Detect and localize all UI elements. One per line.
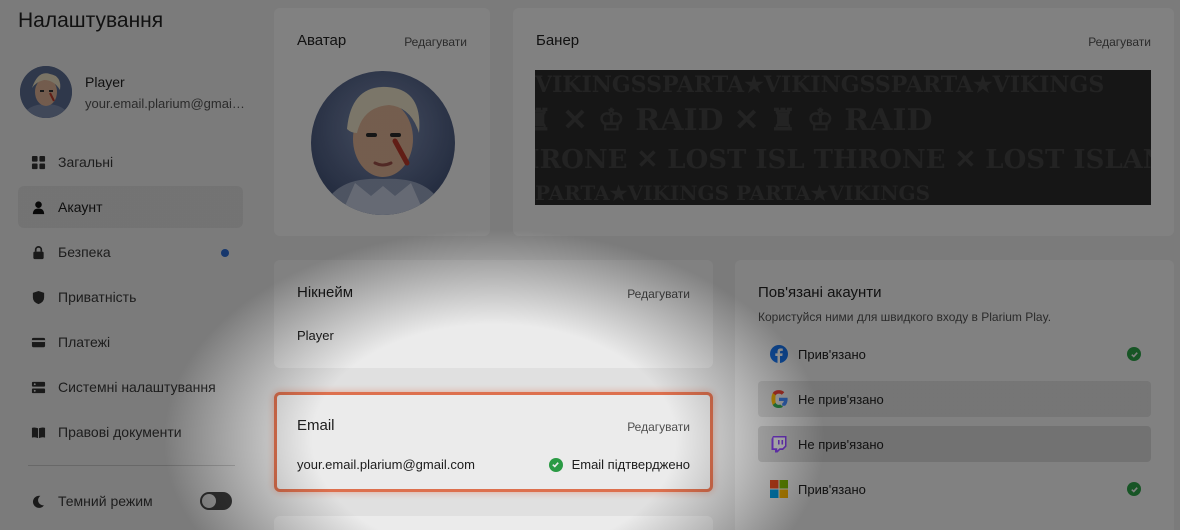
avatar-image [311,71,455,215]
linked-accounts-subtitle: Користуйся ними для швидкого входу в Pla… [758,310,1052,324]
sidebar-item-label: Правові документи [58,424,182,440]
sidebar: Налаштування Player your.email.plarium@g… [0,0,255,530]
linked-account-status: Прив'язано [798,481,866,497]
sidebar-item-label: Акаунт [58,199,103,215]
sidebar-item-label: Загальні [58,154,114,170]
linked-account-microsoft[interactable]: Прив'язано [758,471,1151,507]
linked-accounts-card: Пов'язані акаунти Користуйся ними для шв… [735,260,1174,530]
nickname-card-title: Нікнейм [297,284,354,301]
email-edit-button[interactable]: Редагувати [627,420,690,434]
linked-account-status: Не прив'язано [798,391,884,407]
avatar [20,66,72,118]
google-icon [770,390,788,408]
sidebar-item-label: Приватність [58,289,137,305]
book-icon [30,424,46,440]
sidebar-item-general[interactable]: Загальні [18,141,243,183]
moon-icon [30,493,46,509]
lock-icon [30,244,46,260]
linked-account-status: Не прив'язано [798,436,884,452]
microsoft-icon [770,480,788,498]
page-title: Налаштування [18,9,164,32]
sidebar-item-security[interactable]: Безпека [18,231,243,273]
linked-accounts-title: Пов'язані акаунти [758,284,882,301]
email-verified-status: Email підтверджено [548,457,690,472]
profile-email: your.email.plarium@gmail.com [85,96,245,111]
email-verified-label: Email підтверджено [571,457,690,472]
dark-mode-row: Темний режим [30,488,234,514]
facebook-icon [770,345,788,363]
banner-image: VIKINGSSPARTA★VIKINGSSPARTA★VIKINGS ♜ ✕ … [535,70,1151,205]
sidebar-item-label: Платежі [58,334,111,350]
nickname-card: Нікнейм Редагувати Player [274,260,713,368]
dark-mode-label: Темний режим [58,493,153,509]
linked-account-twitch[interactable]: Не прив'язано [758,426,1151,462]
check-icon [1127,482,1141,496]
server-icon [30,379,46,395]
avatar-card-title: Аватар [297,32,347,49]
linked-account-facebook[interactable]: Прив'язано [758,336,1151,372]
card-icon [30,334,46,350]
notification-badge [221,249,229,257]
linked-account-status: Прив'язано [798,346,866,362]
sidebar-item-legal-documents[interactable]: Правові документи [18,411,243,453]
banner-card: Банер Редагувати VIKINGSSPARTA★VIKINGSSP… [513,8,1174,236]
email-card-title: Email [297,417,335,434]
profile-name: Player [85,74,125,90]
avatar-edit-button[interactable]: Редагувати [404,35,467,49]
shield-icon [30,289,46,305]
next-card [274,516,713,530]
email-card: Email Редагувати your.email.plarium@gmai… [274,392,713,492]
dark-mode-toggle[interactable] [200,492,232,510]
profile-summary: Player your.email.plarium@gmail.com [20,66,250,122]
banner-card-title: Банер [536,32,580,49]
settings-nav: Загальні Акаунт Безпека Приватність Плат… [18,141,243,456]
divider [28,465,235,466]
check-icon [1127,347,1141,361]
sidebar-item-account[interactable]: Акаунт [18,186,243,228]
nickname-edit-button[interactable]: Редагувати [627,287,690,301]
linked-accounts-list: Прив'язано Не прив'язано Не прив'язано П… [758,336,1151,516]
grid-icon [30,154,46,170]
check-icon [548,457,563,472]
sidebar-item-payments[interactable]: Платежі [18,321,243,363]
linked-account-google[interactable]: Не прив'язано [758,381,1151,417]
svg-text:HRONE ✕ LOST ISL THRONE ✕ LOST: HRONE ✕ LOST ISL THRONE ✕ LOST ISLAND [535,145,1151,175]
twitch-icon [770,435,788,453]
email-value: your.email.plarium@gmail.com [297,457,475,472]
svg-text:♜ ✕ ♔ RAID ✕ ♜ ♔ RAID: ♜ ✕ ♔ RAID ✕ ♜ ♔ RAID [535,103,932,138]
sidebar-item-label: Системні налаштування [58,379,216,395]
svg-text:VIKINGSSPARTA★VIKINGSSPARTA★VI: VIKINGSSPARTA★VIKINGSSPARTA★VIKINGS [535,72,1104,98]
nickname-value: Player [297,328,334,343]
avatar-card: Аватар Редагувати [274,8,490,236]
sidebar-item-system-settings[interactable]: Системні налаштування [18,366,243,408]
svg-text:PARTA★VIKINGS PARTA★VIKINGS: PARTA★VIKINGS PARTA★VIKINGS [535,181,930,205]
sidebar-item-privacy[interactable]: Приватність [18,276,243,318]
user-icon [30,199,46,215]
banner-edit-button[interactable]: Редагувати [1088,35,1151,49]
sidebar-item-label: Безпека [58,244,111,260]
